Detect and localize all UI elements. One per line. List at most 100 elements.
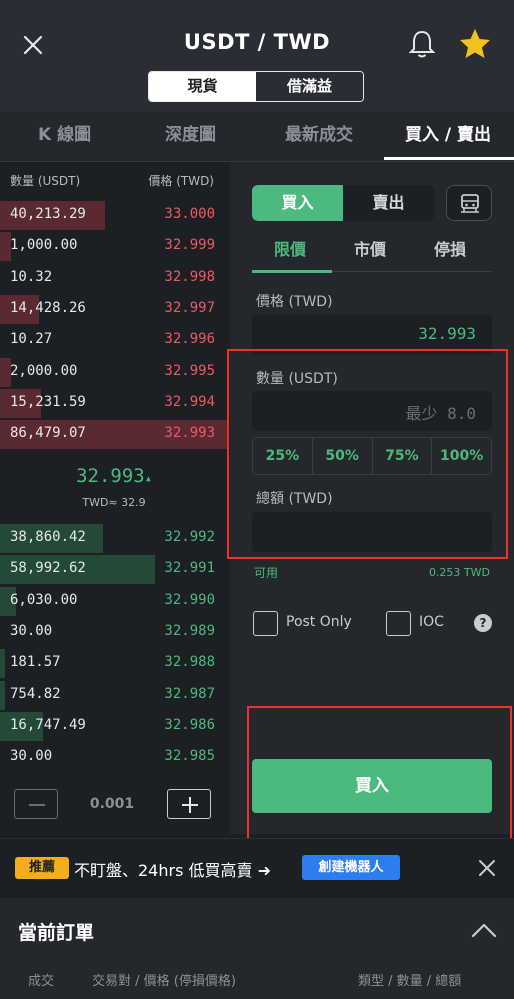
price-up-icon: ▴ <box>144 471 152 485</box>
star-icon[interactable] <box>458 27 492 61</box>
bell-icon[interactable] <box>406 28 438 60</box>
last-price-approx: TWD≈ 32.9 <box>82 496 146 509</box>
top-bar: USDT / TWD 現貨 借滿益 <box>0 0 514 112</box>
col-type-qty-total: 類型 / 數量 / 總額 <box>358 974 462 989</box>
price-step-value: 0.001 <box>89 796 135 812</box>
step-decrease-button[interactable] <box>14 789 58 819</box>
mode-spot-tab[interactable]: 現貨 <box>149 72 256 101</box>
qty-column-header: 數量 (USDT) <box>10 174 81 188</box>
trading-bot-button[interactable] <box>446 185 492 221</box>
row-price: 32.998 <box>164 268 215 285</box>
order-type-limit[interactable]: 限價 <box>274 236 306 260</box>
close-icon[interactable] <box>476 857 498 879</box>
last-price: 32.993▴ <box>0 465 228 487</box>
available-label: 可用 <box>254 566 279 580</box>
row-price: 32.990 <box>164 591 215 608</box>
available-balance: 0.253 TWD <box>428 566 490 579</box>
price-label: 價格 (TWD) <box>256 294 333 310</box>
annotation-highlight-box <box>247 706 512 842</box>
ask-row[interactable]: 10.27 32.996 <box>0 325 228 356</box>
tab-latest-trades[interactable]: 最新成交 <box>285 112 353 162</box>
price-input-value: 32.993 <box>418 324 476 343</box>
ask-row[interactable]: 2,000.00 32.995 <box>0 357 228 388</box>
ask-row[interactable]: 10.32 32.998 <box>0 263 228 294</box>
row-quantity: 40,213.29 <box>10 206 86 222</box>
annotation-highlight-box <box>227 349 508 559</box>
buy-side-tab[interactable]: 買入 <box>252 185 343 221</box>
row-price: 32.989 <box>164 622 215 639</box>
ask-row[interactable]: 1,000.00 32.999 <box>0 231 228 262</box>
ioc-checkbox[interactable] <box>386 611 411 636</box>
bid-row[interactable]: 30.00 32.985 <box>0 742 228 773</box>
tab-kline[interactable]: K 線圖 <box>38 112 91 162</box>
bid-row[interactable]: 58,992.62 32.991 <box>0 554 228 585</box>
row-quantity: 6,030.00 <box>10 591 78 608</box>
ioc-label: IOC <box>419 614 444 630</box>
row-price: 32.987 <box>164 685 215 702</box>
row-price: 32.996 <box>164 331 215 348</box>
help-icon[interactable]: ? <box>474 614 492 632</box>
bid-row[interactable]: 30.00 32.989 <box>0 617 228 648</box>
row-quantity: 86,479.07 <box>10 425 86 442</box>
depth-bar <box>0 680 5 710</box>
row-quantity: 1,000.00 <box>10 237 78 254</box>
col-filled: 成交 <box>28 974 55 989</box>
promo-badge: 推薦 <box>15 857 69 879</box>
promo-text: 不盯盤、24hrs 低買高賣 ➜ <box>74 861 271 880</box>
plus-icon <box>182 797 198 813</box>
row-quantity: 754.82 <box>10 685 61 702</box>
row-price: 32.995 <box>164 362 215 379</box>
post-only-label: Post Only <box>286 614 352 630</box>
row-quantity: 30.00 <box>10 622 53 639</box>
row-quantity: 16,747.49 <box>10 716 86 733</box>
bid-row[interactable]: 181.57 32.988 <box>0 648 228 679</box>
row-price: 32.993 <box>164 425 215 442</box>
row-price: 32.988 <box>164 654 215 671</box>
sell-side-tab[interactable]: 賣出 <box>343 185 434 221</box>
order-type-market[interactable]: 市價 <box>354 236 386 260</box>
tab-buy-sell[interactable]: 買入 / 賣出 <box>405 112 491 162</box>
row-quantity: 14,428.26 <box>10 299 86 316</box>
minus-icon <box>29 804 45 806</box>
ask-row[interactable]: 15,231.59 32.994 <box>0 388 228 419</box>
row-price: 32.997 <box>164 299 215 316</box>
create-bot-button[interactable]: 創建機器人 <box>302 855 400 880</box>
row-quantity: 58,992.62 <box>10 560 86 577</box>
tab-depth[interactable]: 深度圖 <box>165 112 216 162</box>
row-quantity: 2,000.00 <box>10 362 78 379</box>
col-pair-price: 交易對 / 價格 (停損價格) <box>92 974 236 989</box>
robot-icon <box>461 194 479 213</box>
bid-row[interactable]: 6,030.00 32.990 <box>0 586 228 617</box>
buy-sell-toggle: 買入 賣出 <box>252 185 434 221</box>
row-price: 32.999 <box>164 237 215 254</box>
ask-row[interactable]: 40,213.29 33.000 <box>0 200 228 231</box>
price-column-header: 價格 (TWD) <box>148 174 214 188</box>
view-tabs: K 線圖 深度圖 最新成交 買入 / 賣出 <box>0 112 514 162</box>
row-quantity: 15,231.59 <box>10 393 86 410</box>
row-quantity: 10.32 <box>10 268 53 285</box>
last-price-value: 32.993 <box>76 465 145 487</box>
chevron-up-icon[interactable] <box>470 920 498 940</box>
depth-bar <box>0 649 5 679</box>
active-tab-underline <box>384 157 514 160</box>
ask-row[interactable]: 14,428.26 32.997 <box>0 294 228 325</box>
step-increase-button[interactable] <box>167 789 211 819</box>
market-mode-switch: 現貨 借滿益 <box>148 71 364 102</box>
bid-row[interactable]: 754.82 32.987 <box>0 680 228 711</box>
row-price: 32.991 <box>164 560 215 577</box>
row-price: 32.985 <box>164 748 215 765</box>
current-orders-title: 當前訂單 <box>18 922 95 944</box>
row-price: 33.000 <box>164 206 215 222</box>
row-quantity: 38,860.42 <box>10 529 86 545</box>
row-price: 32.992 <box>164 529 215 545</box>
bid-row[interactable]: 38,860.42 32.992 <box>0 523 228 554</box>
bid-row[interactable]: 16,747.49 32.986 <box>0 711 228 742</box>
order-type-underline <box>252 270 332 273</box>
row-price: 32.986 <box>164 716 215 733</box>
row-quantity: 30.00 <box>10 748 53 765</box>
ask-row[interactable]: 86,479.07 32.993 <box>0 419 228 450</box>
row-price: 32.994 <box>164 393 215 410</box>
order-type-stop[interactable]: 停損 <box>434 236 466 260</box>
post-only-checkbox[interactable] <box>253 611 278 636</box>
mode-margin-tab[interactable]: 借滿益 <box>256 72 363 101</box>
